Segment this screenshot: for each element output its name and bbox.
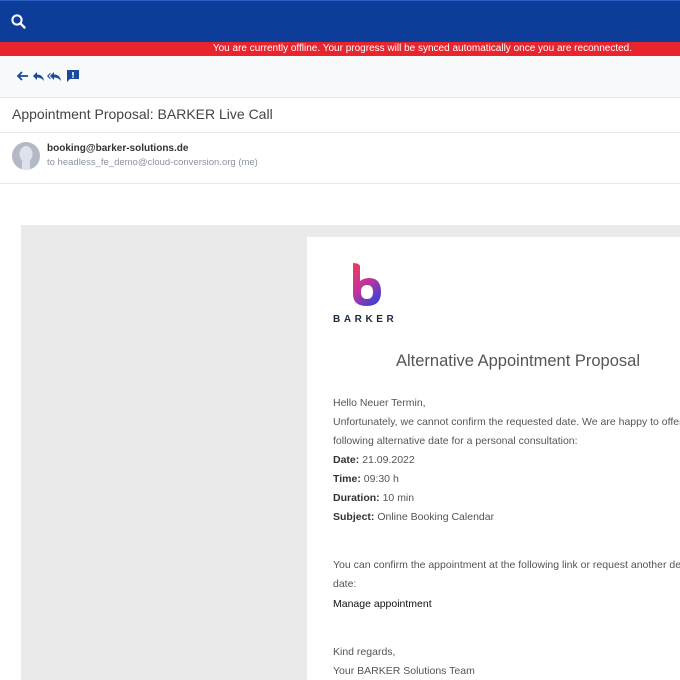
date-row: Date: 21.09.2022	[333, 454, 415, 466]
time-value: 09:30 h	[363, 473, 399, 485]
greeting: Hello Neuer Termin,	[333, 397, 426, 409]
message-subject: Appointment Proposal: BARKER Live Call	[12, 106, 273, 122]
message-toolbar	[0, 56, 680, 98]
reply-icon	[33, 72, 44, 81]
sender-email: booking@barker-solutions.de	[47, 143, 189, 154]
offline-banner: You are currently offline. Your progress…	[0, 42, 680, 56]
barker-logo	[350, 262, 382, 308]
app-header	[0, 0, 680, 42]
duration-label: Duration:	[333, 492, 380, 504]
avatar	[12, 142, 40, 170]
duration-value: 10 min	[382, 492, 415, 504]
subject-value: Online Booking Calendar	[377, 511, 495, 523]
intro-line-1: Unfortunately, we cannot confirm the req…	[333, 416, 680, 428]
intro-line-2: following alternative date for a persona…	[333, 435, 578, 447]
brand-wordmark: BARKER	[333, 314, 398, 325]
email-title: Alternative Appointment Proposal	[396, 352, 640, 370]
time-label: Time:	[333, 473, 361, 485]
search-icon	[11, 14, 26, 29]
report-button[interactable]	[65, 68, 81, 84]
date-value: 21.09.2022	[362, 454, 415, 466]
closing: Kind regards,	[333, 646, 396, 658]
divider	[0, 132, 680, 133]
date-label: Date:	[333, 454, 360, 466]
recipient-line: to headless_fe_demo@cloud-conversion.org…	[47, 157, 258, 168]
reply-all-icon	[47, 72, 61, 81]
manage-appointment-link[interactable]: Manage appointment	[333, 598, 432, 610]
back-arrow-icon	[16, 71, 28, 81]
divider	[0, 183, 680, 184]
subject-row: Subject: Online Booking Calendar	[333, 511, 494, 523]
reply-all-button[interactable]	[46, 68, 62, 84]
default-avatar-icon	[19, 146, 33, 170]
barker-logo-mark	[353, 263, 381, 306]
duration-row: Duration: 10 min	[333, 492, 414, 504]
signature: Your BARKER Solutions Team	[333, 665, 475, 677]
time-row: Time: 09:30 h	[333, 473, 399, 485]
reply-button[interactable]	[31, 68, 47, 84]
report-icon	[67, 70, 79, 82]
subject-label: Subject:	[333, 511, 375, 523]
back-button[interactable]	[15, 68, 31, 84]
confirm-line-2: date:	[333, 578, 357, 590]
search-button[interactable]	[9, 12, 29, 32]
confirm-line-1: You can confirm the appointment at the f…	[333, 559, 680, 571]
